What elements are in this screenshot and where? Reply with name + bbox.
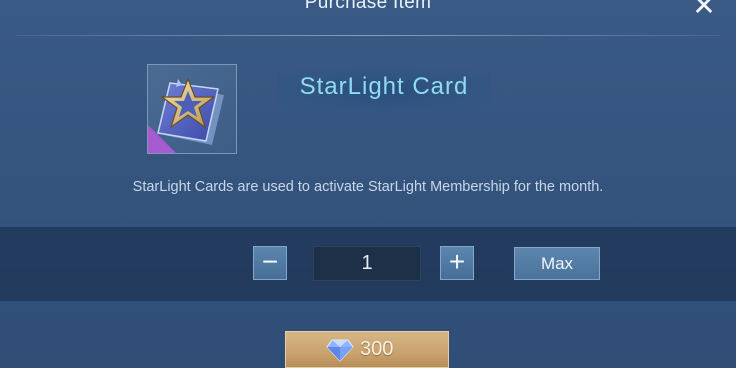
title-divider	[16, 35, 720, 36]
item-name: StarLight Card	[299, 73, 469, 100]
starlight-card-icon	[148, 77, 224, 153]
purchase-dialog: Purchase Item ✕ StarLight Card StarLight…	[0, 0, 736, 368]
max-quantity-button[interactable]: Max	[514, 247, 600, 280]
dialog-title: Purchase Item	[304, 0, 432, 13]
price-value: 300	[360, 338, 394, 360]
item-icon-frame	[147, 64, 237, 154]
increase-quantity-button[interactable]: +	[440, 246, 474, 280]
item-description: StarLight Cards are used to activate Sta…	[132, 179, 604, 195]
diamond-icon	[326, 339, 354, 362]
close-icon[interactable]: ✕	[692, 0, 716, 20]
quantity-input[interactable]	[313, 246, 421, 281]
decrease-quantity-button[interactable]: −	[253, 246, 287, 280]
purchase-button[interactable]: 300	[285, 331, 449, 368]
